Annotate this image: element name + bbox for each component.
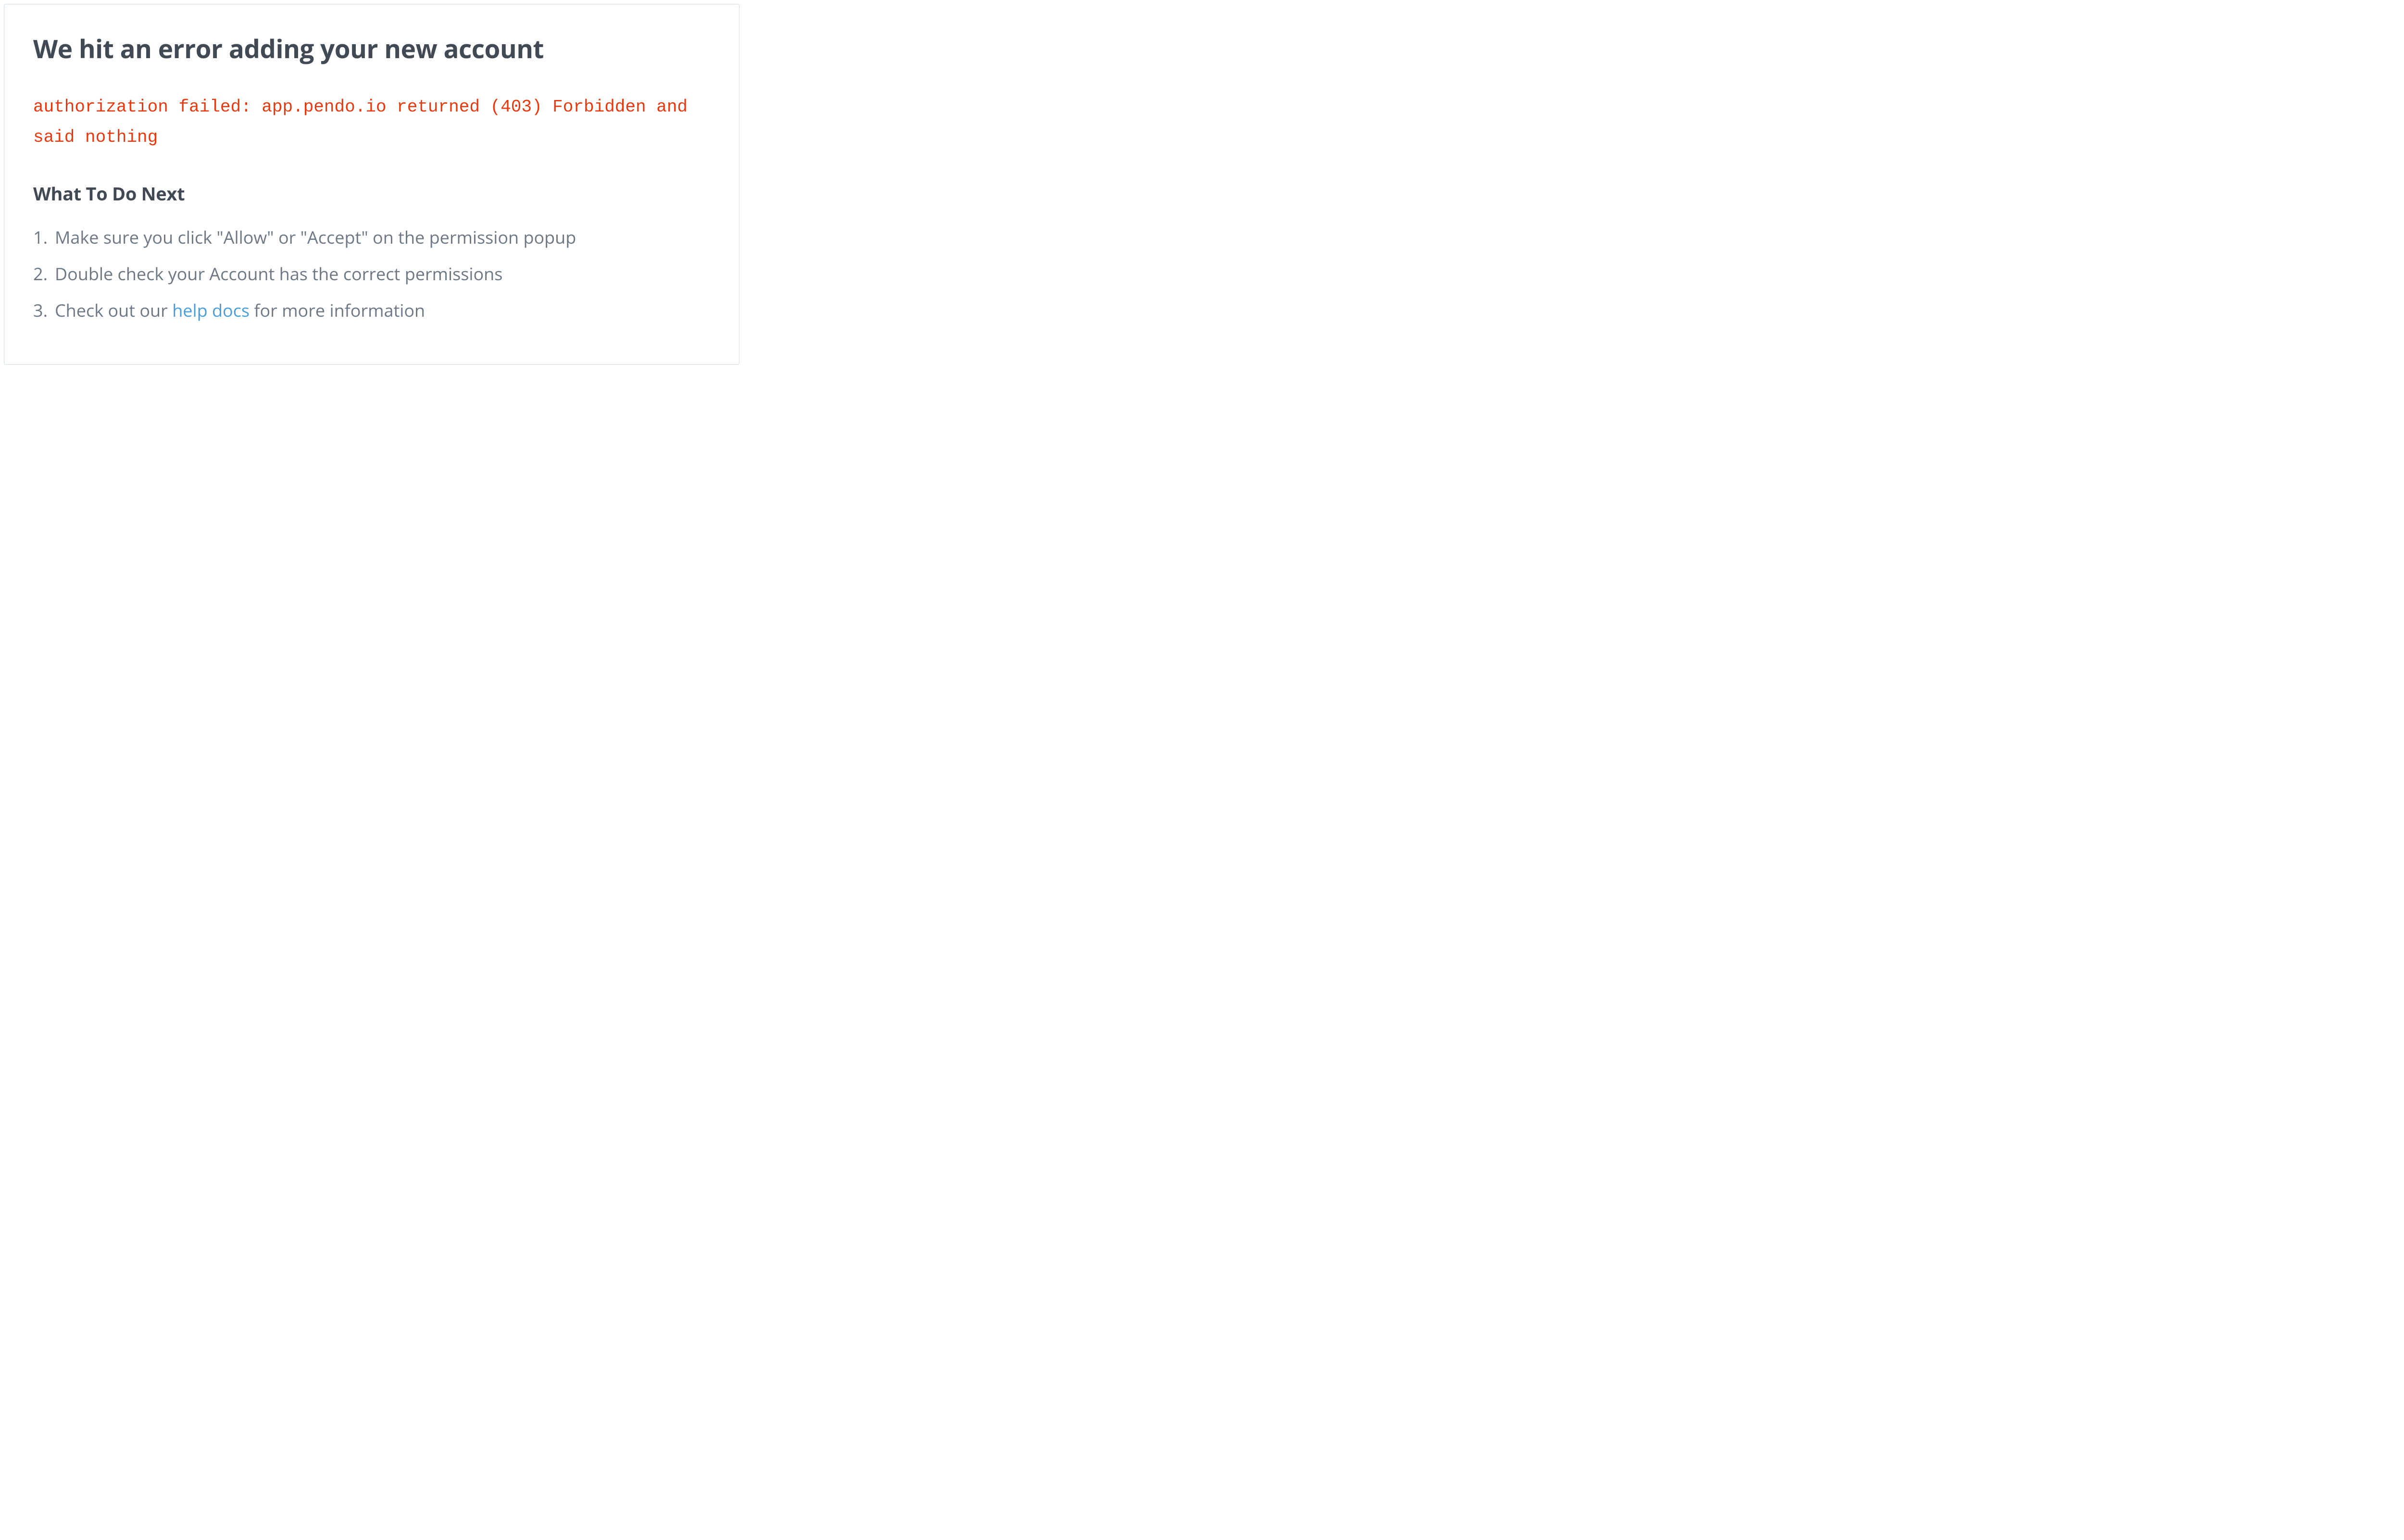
list-item: Check out our help docs for more informa…	[33, 298, 710, 323]
step-text-prefix: Check out our	[55, 298, 172, 322]
step-text-suffix: for more information	[250, 298, 425, 322]
next-steps-list: Make sure you click "Allow" or "Accept" …	[33, 225, 710, 323]
help-docs-link[interactable]: help docs	[172, 298, 250, 322]
error-title: We hit an error adding your new account	[33, 33, 710, 64]
error-message: authorization failed: app.pendo.io retur…	[33, 92, 710, 152]
next-steps-heading: What To Do Next	[33, 181, 710, 206]
error-card: We hit an error adding your new account …	[4, 4, 739, 365]
list-item: Make sure you click "Allow" or "Accept" …	[33, 225, 710, 249]
list-item: Double check your Account has the correc…	[33, 262, 710, 286]
